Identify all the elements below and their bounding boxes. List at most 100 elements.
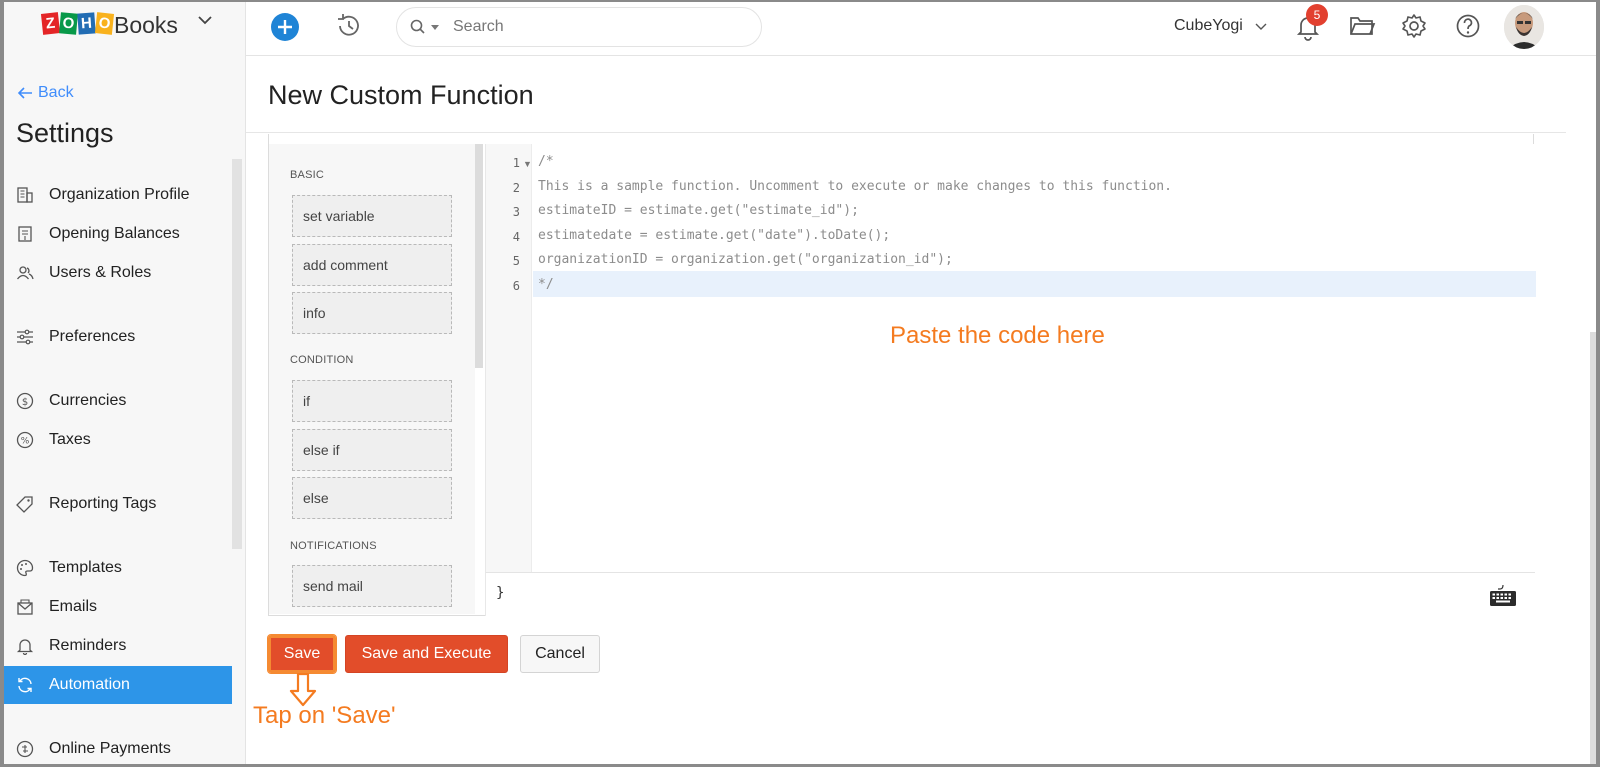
save-and-execute-button[interactable]: Save and Execute — [345, 635, 508, 673]
help-icon[interactable] — [1454, 12, 1482, 40]
editor-footer: } — [485, 572, 1535, 616]
sidebar-item-label: Emails — [49, 598, 98, 615]
sidebar-item-label: Organization Profile — [49, 186, 190, 203]
sidebar-item-taxes[interactable]: % Taxes — [4, 421, 232, 459]
sliders-icon — [17, 329, 33, 345]
back-link[interactable]: Back — [16, 84, 74, 102]
arrow-left-icon — [17, 87, 32, 99]
palette-heading-notifications: NOTIFICATIONS — [290, 540, 377, 552]
sidebar-item-reminders[interactable]: Reminders — [4, 627, 232, 665]
percent-icon: % — [16, 431, 34, 449]
users-icon — [16, 266, 34, 280]
paste-code-annotation: Paste the code here — [890, 322, 1105, 349]
svg-text:$: $ — [22, 397, 28, 408]
logo-letter-o2: O — [94, 12, 115, 35]
tag-icon — [16, 496, 33, 513]
folder-icon[interactable] — [1348, 13, 1376, 39]
settings-sidebar: Back Settings Organization Profile Openi… — [4, 56, 246, 764]
palette-item-else-if[interactable]: else if — [292, 429, 452, 471]
search-bar[interactable] — [396, 7, 762, 47]
sidebar-item-templates[interactable]: Templates — [4, 549, 232, 587]
bell-icon — [16, 639, 34, 655]
palette-item-info[interactable]: info — [292, 292, 452, 334]
code-line: estimatedate = estimate.get("date").toDa… — [538, 228, 891, 243]
main-scrollbar[interactable] — [1590, 332, 1596, 764]
avatar[interactable] — [1504, 5, 1544, 49]
closing-brace: } — [496, 585, 505, 601]
sidebar-item-label: Online Payments — [49, 740, 171, 757]
sidebar-item-currencies[interactable]: $ Currencies — [4, 382, 232, 420]
palette-heading-condition: CONDITION — [290, 354, 354, 366]
code-line: estimateID = estimate.get("estimate_id")… — [538, 203, 859, 218]
search-icon — [410, 19, 425, 34]
sidebar-scrollbar[interactable] — [232, 159, 242, 549]
code-line: /* — [538, 154, 554, 169]
save-button[interactable]: Save — [267, 634, 337, 674]
sidebar-item-label: Automation — [49, 676, 130, 693]
logo-letter-h: H — [77, 12, 96, 35]
sidebar-item-label: Reminders — [49, 637, 127, 654]
sidebar-item-emails[interactable]: Emails — [4, 588, 232, 626]
app-window: Z O H O Books CubeYogi 5 — [4, 2, 1596, 764]
sidebar-item-automation[interactable]: Automation — [4, 666, 232, 704]
sidebar-item-label: Users & Roles — [49, 264, 152, 281]
sidebar-item-label: Opening Balances — [49, 225, 180, 242]
keyboard-icon[interactable] — [1488, 583, 1518, 609]
code-line: This is a sample function. Uncomment to … — [538, 179, 1172, 194]
code-line: */ — [538, 277, 554, 292]
sidebar-item-label: Templates — [49, 559, 122, 576]
palette-icon — [16, 559, 34, 577]
line-number: 3 — [512, 205, 520, 219]
chevron-down-icon[interactable] — [196, 11, 214, 29]
back-label: Back — [38, 84, 74, 101]
payment-icon — [16, 740, 34, 758]
currency-icon: $ — [16, 392, 34, 410]
envelope-icon — [17, 599, 33, 615]
search-input[interactable] — [453, 14, 743, 40]
caret-down-icon[interactable] — [431, 25, 439, 30]
palette-item-add-comment[interactable]: add comment — [292, 244, 452, 286]
palette-item-else[interactable]: else — [292, 477, 452, 519]
palette-item-set-variable[interactable]: set variable — [292, 195, 452, 237]
line-number: 5 — [512, 254, 520, 268]
sidebar-item-organization-profile[interactable]: Organization Profile — [4, 176, 232, 214]
sidebar-title: Settings — [16, 118, 114, 148]
statement-palette: BASIC set variable add comment info COND… — [269, 144, 475, 614]
top-bar: Z O H O Books CubeYogi 5 — [4, 2, 1596, 56]
page-title: New Custom Function — [268, 80, 534, 110]
org-switcher-label[interactable]: CubeYogi — [1174, 17, 1243, 35]
plus-icon[interactable] — [271, 13, 299, 41]
tap-save-annotation: Tap on 'Save' — [253, 702, 396, 729]
gear-icon[interactable] — [1400, 12, 1428, 40]
sidebar-item-reporting-tags[interactable]: Reporting Tags — [4, 485, 232, 523]
header-divider — [246, 132, 1566, 133]
chevron-down-icon[interactable] — [1254, 19, 1268, 33]
palette-item-send-mail[interactable]: send mail — [292, 565, 452, 607]
palette-item-if[interactable]: if — [292, 380, 452, 422]
sidebar-item-preferences[interactable]: Preferences — [4, 318, 232, 356]
brand-area[interactable]: Z O H O Books — [4, 2, 246, 56]
history-icon[interactable] — [334, 11, 364, 41]
cancel-button[interactable]: Cancel — [520, 635, 600, 673]
sidebar-item-online-payments[interactable]: Online Payments — [4, 730, 232, 764]
line-number-gutter: 1 ▼ 2 3 4 5 6 — [486, 144, 532, 572]
line-number: 6 — [512, 279, 520, 293]
line-number: 4 — [512, 230, 520, 244]
custom-function-editor: BASIC set variable add comment info COND… — [268, 134, 1536, 616]
active-line-highlight — [533, 271, 1536, 297]
code-editor[interactable]: 1 ▼ 2 3 4 5 6 /* This is a sample functi… — [485, 144, 1536, 572]
product-name: Books — [114, 12, 178, 38]
sidebar-item-label: Taxes — [49, 431, 91, 448]
sidebar-item-opening-balances[interactable]: Opening Balances — [4, 215, 232, 253]
sidebar-item-users-roles[interactable]: Users & Roles — [4, 254, 232, 292]
fold-arrow-icon[interactable]: ▼ — [523, 159, 532, 169]
line-number: 1 — [512, 156, 520, 170]
logo-letter-o1: O — [59, 12, 78, 35]
palette-scrollbar[interactable] — [475, 144, 483, 368]
building-icon — [17, 187, 33, 203]
code-line: organizationID = organization.get("organ… — [538, 252, 953, 267]
notification-badge: 5 — [1306, 4, 1328, 26]
palette-heading-basic: BASIC — [290, 169, 325, 181]
line-number: 2 — [512, 181, 520, 195]
sidebar-item-label: Preferences — [49, 328, 136, 345]
